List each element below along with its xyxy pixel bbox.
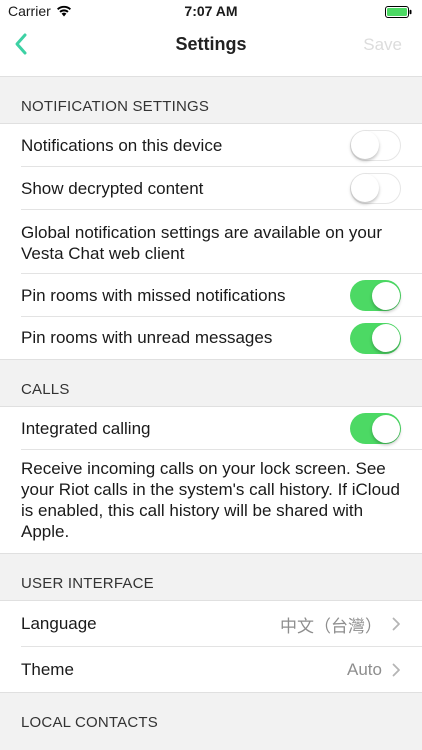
- language-value: 中文（台灣）: [280, 616, 382, 636]
- pin-unread-toggle[interactable]: [350, 322, 401, 354]
- save-button[interactable]: Save: [363, 35, 402, 55]
- pin-missed-label: Pin rooms with missed notifications: [21, 285, 286, 305]
- navigation-bar: Settings Save: [0, 22, 422, 66]
- settings-list: NOTIFICATION SETTINGS Notifications on t…: [0, 66, 422, 740]
- battery-icon: [385, 5, 412, 21]
- row-theme[interactable]: Theme Auto: [0, 647, 422, 693]
- pin-unread-label: Pin rooms with unread messages: [21, 328, 273, 347]
- section-header-user-interface: USER INTERFACE: [0, 554, 422, 601]
- section-header-notification-settings: NOTIFICATION SETTINGS: [0, 77, 422, 124]
- section-header-calls: CALLS: [0, 360, 422, 407]
- row-language[interactable]: Language 中文（台灣）: [0, 601, 422, 647]
- show-decrypted-toggle[interactable]: [350, 173, 401, 204]
- chevron-right-icon: [392, 663, 400, 676]
- status-time: 7:07 AM: [184, 3, 238, 19]
- global-notification-info-text: Global notification settings are availab…: [21, 222, 382, 263]
- language-label: Language: [21, 614, 97, 633]
- notifications-device-toggle[interactable]: [350, 130, 401, 161]
- previous-section-end: [0, 66, 422, 77]
- page-title: Settings: [175, 34, 247, 54]
- row-pin-missed-notifications: Pin rooms with missed notifications: [0, 274, 422, 317]
- row-pin-unread-messages: Pin rooms with unread messages: [0, 317, 422, 360]
- pin-missed-toggle[interactable]: [350, 280, 401, 311]
- integrated-calling-toggle[interactable]: [350, 413, 401, 444]
- calls-info-text: Receive incoming calls on your lock scre…: [21, 459, 400, 541]
- row-integrated-calling: Integrated calling: [0, 407, 422, 450]
- theme-value: Auto: [347, 659, 382, 679]
- status-bar: Carrier 7:07 AM: [0, 0, 422, 22]
- notifications-device-label: Notifications on this device: [21, 135, 223, 155]
- integrated-calling-label: Integrated calling: [21, 418, 151, 438]
- show-decrypted-label: Show decrypted content: [21, 178, 204, 198]
- chevron-right-icon: [392, 617, 400, 631]
- theme-label: Theme: [21, 659, 74, 679]
- section-header-local-contacts: LOCAL CONTACTS: [0, 693, 422, 740]
- row-calls-info: Receive incoming calls on your lock scre…: [0, 450, 422, 554]
- row-notifications-on-device: Notifications on this device: [0, 124, 422, 167]
- row-global-notification-info: Global notification settings are availab…: [0, 210, 422, 274]
- row-show-decrypted-content: Show decrypted content: [0, 167, 422, 210]
